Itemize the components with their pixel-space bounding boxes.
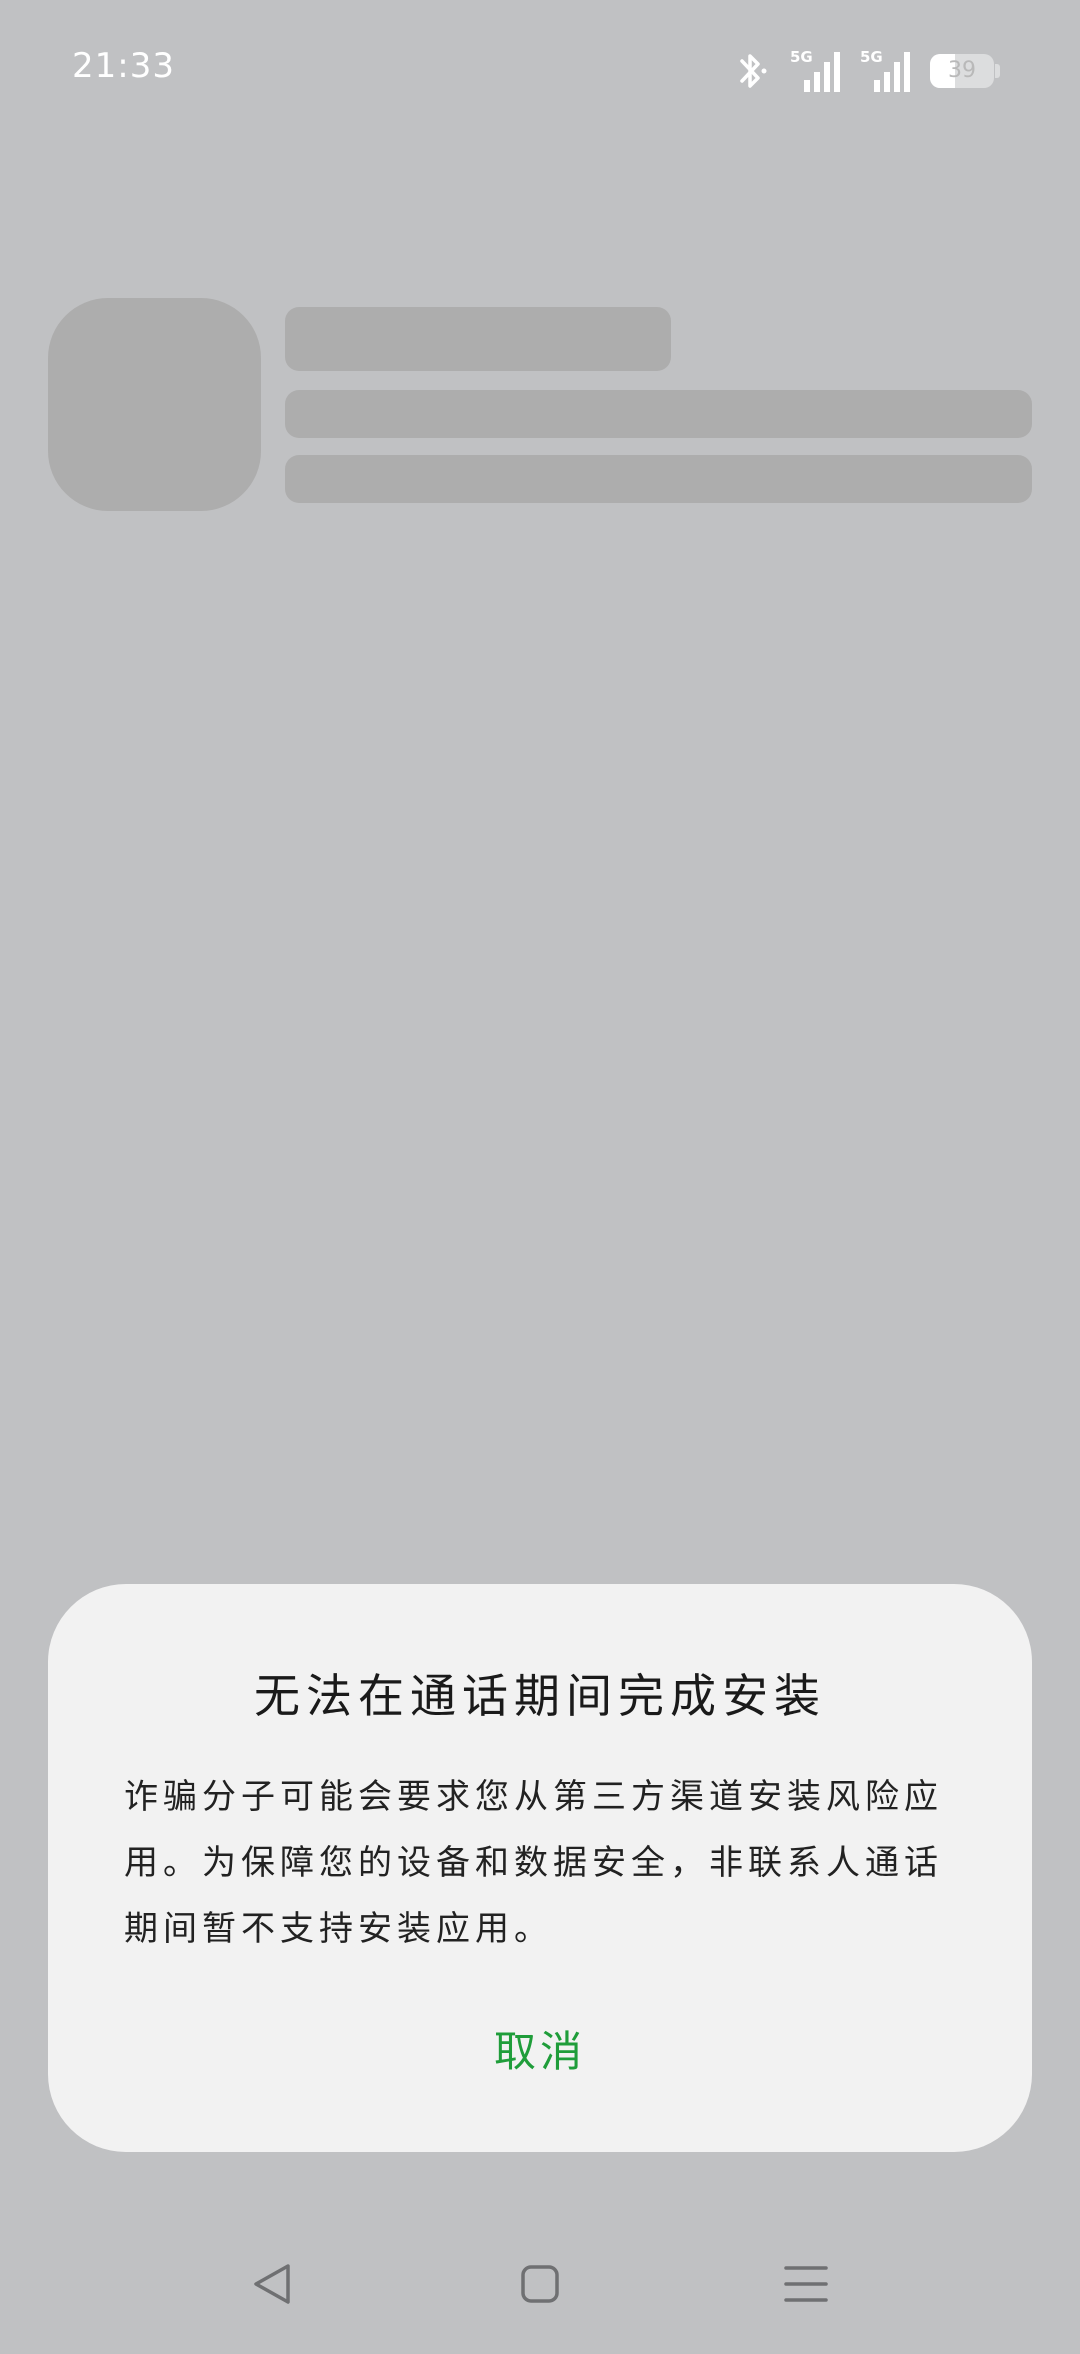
signal-5g-icon: 5G	[860, 48, 912, 94]
app-icon-placeholder	[48, 298, 261, 511]
recents-button[interactable]	[766, 2244, 846, 2324]
navigation-bar	[0, 2224, 1080, 2354]
battery-cap	[995, 64, 1000, 78]
dialog-title: 无法在通话期间完成安装	[254, 1669, 826, 1723]
status-bar: 21:33 5G 5G 39	[0, 0, 1080, 140]
back-button[interactable]	[232, 2244, 312, 2324]
battery-icon: 39	[930, 54, 1000, 88]
signal-5g-icon: 5G	[790, 48, 842, 94]
battery-level: 39	[948, 58, 976, 83]
install-blocked-dialog: 无法在通话期间完成安装 诈骗分子可能会要求您从第三方渠道安装风险应用。为保障您的…	[48, 1584, 1032, 2152]
app-info-placeholder	[285, 390, 1032, 438]
app-info-placeholder	[285, 455, 1032, 503]
home-button[interactable]	[500, 2244, 580, 2324]
dialog-message: 诈骗分子可能会要求您从第三方渠道安装风险应用。为保障您的设备和数据安全，非联系人…	[124, 1777, 943, 1949]
recents-icon	[784, 2266, 828, 2302]
cancel-button[interactable]: 取消	[440, 2010, 640, 2094]
status-icons: 5G 5G 39	[732, 48, 1000, 94]
back-icon	[254, 2264, 290, 2304]
home-icon	[521, 2265, 559, 2303]
status-clock: 21:33	[72, 46, 175, 86]
screen: 21:33 5G 5G 39 无法在通话期间完成安装 诈骗分子可能会要求您从第三…	[0, 0, 1080, 2354]
bluetooth-icon	[732, 48, 772, 94]
app-name-placeholder	[285, 307, 671, 371]
